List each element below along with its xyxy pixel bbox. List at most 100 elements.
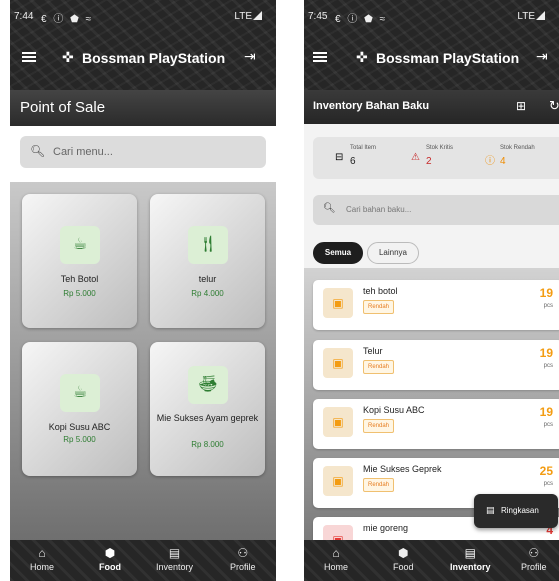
- status-icons: € ⓘ ⬟ ≈: [41, 14, 94, 25]
- stat-value: 2: [426, 156, 432, 167]
- menu-card-price: Rp 5.000: [63, 289, 96, 298]
- menu-card-teh-botol[interactable]: ☕︎ Teh Botol Rp 5.000: [22, 194, 137, 328]
- tray-icon: ▣: [323, 348, 353, 378]
- nav-food[interactable]: ⬢ Food: [393, 544, 414, 572]
- status-badge: Rendah: [363, 478, 395, 492]
- ramen-bowl-icon: 🍜︎: [188, 366, 228, 404]
- nav-home[interactable]: ⌂ Home: [324, 544, 348, 572]
- menu-icon[interactable]: [22, 52, 36, 62]
- nav-label: Home: [30, 562, 55, 572]
- inventory-item-telur[interactable]: ▣ Telur Rendah 19 pcs: [313, 340, 559, 390]
- menu-card-kopi-susu-abc[interactable]: ☕︎ Kopi Susu ABC Rp 5.000: [22, 342, 137, 476]
- menu-search-input[interactable]: 🔍︎ Cari menu...: [20, 136, 266, 168]
- home-icon: ⌂: [332, 546, 340, 560]
- nav-label: Home: [324, 562, 349, 572]
- item-name: Mie Sukses Geprek: [363, 464, 442, 474]
- app-header: 7:44 € ⓘ ⬟ ≈ LTE ✜ Bossman PlayStation ⇥: [10, 0, 276, 90]
- search-area: 🔍︎ Cari menu...: [10, 126, 276, 182]
- nav-food[interactable]: ⬢ Food: [99, 544, 121, 572]
- status-badge: Rendah: [363, 300, 395, 314]
- item-name: Kopi Susu ABC: [363, 405, 425, 415]
- inventory-icon: ▤: [168, 546, 181, 560]
- item-unit: pcs: [543, 303, 553, 309]
- item-unit: pcs: [543, 422, 553, 428]
- menu-card-name: Teh Botol: [60, 274, 99, 284]
- box-icon: ⊟: [335, 152, 344, 163]
- nav-label: Food: [393, 562, 414, 572]
- summary-icon: ▤: [486, 505, 495, 515]
- status-time: 7:45: [308, 11, 328, 22]
- status-badge: Rendah: [363, 419, 395, 433]
- page-title: Inventory Bahan Baku: [313, 100, 430, 112]
- filter-chip-semua[interactable]: Semua: [313, 242, 363, 264]
- nav-label: Profile: [230, 562, 256, 572]
- item-quantity: 25: [539, 464, 553, 478]
- menu-card-name: Mie Sukses Ayam geprek: [156, 413, 259, 423]
- warning-icon: ⚠: [411, 152, 420, 163]
- inventory-item-kopi-susu-abc[interactable]: ▣ Kopi Susu ABC Rendah 19 pcs: [313, 399, 559, 449]
- logout-icon[interactable]: ⇥: [244, 49, 258, 63]
- summary-button[interactable]: ▤ Ringkasan: [474, 494, 558, 528]
- refresh-icon[interactable]: ↻: [549, 98, 559, 114]
- person-icon: ⚇: [528, 546, 540, 560]
- item-name: Telur: [363, 346, 383, 356]
- grid-view-icon[interactable]: ⊞: [516, 99, 526, 113]
- menu-card-price: Rp 5.000: [63, 435, 96, 444]
- search-icon: 🔍︎: [30, 144, 46, 158]
- coffee-cup-icon: ☕︎: [60, 374, 100, 412]
- status-bar: 7:44 € ⓘ ⬟ ≈ LTE: [10, 0, 276, 32]
- stat-label: Stok Rendah: [500, 145, 535, 151]
- network-type: LTE: [517, 11, 535, 22]
- home-icon: ⌂: [38, 546, 46, 560]
- gamepad-icon: ✜: [62, 49, 74, 65]
- search-icon: 🔍︎: [323, 203, 336, 214]
- status-badge: Rendah: [363, 360, 395, 374]
- nav-label: Food: [99, 562, 121, 572]
- tray-icon: ▣: [323, 466, 353, 496]
- nav-inventory[interactable]: ▤ Inventory: [450, 544, 491, 572]
- item-quantity: 19: [539, 405, 553, 419]
- status-icons: € ⓘ ⬟ ≈: [335, 14, 388, 25]
- nav-inventory[interactable]: ▤ Inventory: [156, 544, 193, 572]
- nav-label: Profile: [521, 562, 547, 572]
- food-icon: ⬢: [398, 546, 409, 560]
- nav-home[interactable]: ⌂ Home: [30, 544, 54, 572]
- inventory-item-teh-botol[interactable]: ▣ teh botol Rendah 19 pcs: [313, 280, 559, 330]
- filter-chip-lainnya[interactable]: Lainnya: [367, 242, 419, 264]
- tray-icon: ▣: [323, 525, 353, 540]
- menu-card-price: Rp 8.000: [191, 440, 224, 449]
- restaurant-icon: 🍴︎: [188, 226, 228, 264]
- menu-card-mie-sukses[interactable]: 🍜︎ Mie Sukses Ayam geprek Rp 8.000: [150, 342, 265, 476]
- item-name: teh botol: [363, 286, 398, 296]
- app-header: 7:45 € ⓘ ⬟ ≈ LTE ✜ Bossman PlayStation ⇥: [304, 0, 559, 90]
- stats-summary: ⊟ Total Item 6 ⚠ Stok Kritis 2 ⓘ Stok Re…: [313, 137, 559, 179]
- gamepad-icon: ✜: [356, 49, 368, 65]
- menu-card-telur[interactable]: 🍴︎ telur Rp 4.000: [150, 194, 265, 328]
- signal-icon: [253, 11, 262, 20]
- logout-icon[interactable]: ⇥: [536, 49, 550, 63]
- stat-label: Stok Kritis: [426, 145, 454, 151]
- status-time: 7:44: [14, 11, 34, 22]
- material-search-input[interactable]: 🔍︎ Cari bahan baku...: [313, 195, 559, 225]
- item-quantity: 19: [539, 346, 553, 360]
- section-header: Point of Sale: [10, 90, 276, 126]
- stat-value: 6: [350, 156, 356, 167]
- coffee-maker-icon: ☕︎: [60, 226, 100, 264]
- page-title: Point of Sale: [20, 99, 106, 116]
- menu-card-name: telur: [198, 274, 217, 284]
- inventory-icon: ▤: [464, 546, 476, 560]
- stat-value: 4: [500, 156, 506, 167]
- tray-icon: ▣: [323, 288, 353, 318]
- item-unit: pcs: [543, 481, 553, 487]
- app-title: Bossman PlayStation: [376, 50, 520, 66]
- nav-profile[interactable]: ⚇ Profile: [230, 544, 256, 572]
- search-placeholder: Cari menu...: [53, 146, 113, 158]
- menu-icon[interactable]: [313, 52, 327, 62]
- nav-label: Inventory: [156, 562, 194, 572]
- item-name: mie goreng: [363, 523, 409, 533]
- summary-label: Ringkasan: [501, 506, 539, 515]
- pos-screen: 7:44 € ⓘ ⬟ ≈ LTE ✜ Bossman PlayStation ⇥…: [10, 0, 276, 581]
- food-icon: ⬢: [104, 546, 116, 560]
- nav-profile[interactable]: ⚇ Profile: [521, 544, 547, 572]
- menu-card-name: Kopi Susu ABC: [48, 422, 111, 432]
